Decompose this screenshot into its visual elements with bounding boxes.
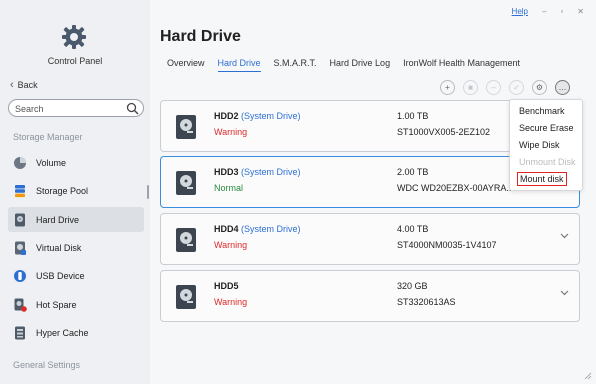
drive-id: HDD4 [214, 224, 239, 234]
maximize-button[interactable]: ▫ [560, 7, 563, 16]
section-storage-manager: Storage Manager [13, 132, 83, 142]
toolbar: + ■ – ✓ ⚙ … [440, 80, 570, 95]
sidebar-scrollbar[interactable] [147, 185, 149, 199]
drive-model: WDC WD20EZBX-00AYRA... [397, 183, 514, 193]
tab-hard-drive[interactable]: Hard Drive [217, 58, 261, 72]
menu-item-mount-disk[interactable]: Mount disk [517, 172, 567, 186]
remove-button[interactable]: – [486, 80, 501, 95]
drive-status: Warning [214, 240, 248, 250]
sidebar-item-usb-device[interactable]: USB Device [8, 263, 144, 288]
drive-status: Warning [214, 127, 248, 137]
stop-icon: ■ [468, 83, 473, 92]
tab-ironwolf-health[interactable]: IronWolf Health Management [403, 58, 520, 72]
usb-icon [14, 269, 26, 282]
plus-icon: + [445, 83, 450, 92]
actions-dropdown-menu: Benchmark Secure Erase Wipe Disk Unmount… [509, 99, 583, 191]
sidebar: Control Panel ‹Back Storage Manager Volu… [0, 0, 150, 384]
drive-capacity: 320 GB [397, 281, 428, 291]
drive-capacity: 2.00 TB [397, 167, 429, 177]
hard-drive-icon [15, 213, 25, 226]
hard-drive-icon [176, 171, 196, 195]
tab-hard-drive-log[interactable]: Hard Drive Log [330, 58, 391, 72]
drive-name: HDD5 [214, 281, 239, 291]
hard-drive-icon [176, 228, 196, 252]
main-panel: Help – ▫ ✕ Hard Drive Overview Hard Driv… [150, 0, 596, 384]
drive-status: Warning [214, 297, 248, 307]
drive-id: HDD5 [214, 281, 239, 291]
drive-model: ST1000VX005-2EZ102 [397, 127, 491, 137]
more-actions-button[interactable]: … [555, 80, 570, 95]
hyper-cache-icon [15, 326, 25, 339]
drive-name: HDD2 (System Drive) [214, 111, 301, 121]
settings-button[interactable]: ⚙ [532, 80, 547, 95]
hard-drive-icon [176, 115, 196, 139]
drive-id: HDD2 [214, 111, 239, 121]
sidebar-item-label: Hard Drive [36, 214, 80, 225]
chevron-down-icon[interactable] [559, 287, 570, 298]
storage-pool-icon [15, 184, 25, 197]
stop-button[interactable]: ■ [463, 80, 478, 95]
sidebar-item-virtual-disk[interactable]: Virtual Disk [8, 235, 144, 260]
search-icon[interactable] [126, 102, 139, 115]
window-controls: Help – ▫ ✕ [512, 7, 584, 16]
drive-card-hdd5[interactable]: HDD5 Warning 320 GB ST3320613AS [160, 270, 580, 322]
drive-tag: (System Drive) [241, 167, 301, 177]
drive-model: ST3320613AS [397, 297, 456, 307]
more-icon: … [558, 83, 567, 92]
menu-item-benchmark[interactable]: Benchmark [519, 106, 565, 116]
drive-name: HDD4 (System Drive) [214, 224, 301, 234]
resize-grip-icon[interactable] [584, 372, 592, 380]
control-panel-icon [62, 25, 86, 49]
drive-tag: (System Drive) [241, 111, 301, 121]
sidebar-item-hard-drive[interactable]: Hard Drive [8, 207, 144, 232]
menu-item-unmount-disk: Unmount Disk [519, 157, 576, 167]
menu-item-wipe-disk[interactable]: Wipe Disk [519, 140, 560, 150]
menu-item-secure-erase[interactable]: Secure Erase [519, 123, 574, 133]
chevron-left-icon: ‹ [10, 79, 14, 91]
minimize-button[interactable]: – [542, 7, 546, 16]
drive-card-hdd4[interactable]: HDD4 (System Drive) Warning 4.00 TB ST40… [160, 213, 580, 265]
sidebar-item-label: Volume [36, 157, 67, 168]
minus-icon: – [491, 83, 496, 92]
back-button[interactable]: ‹ Back [10, 79, 38, 91]
sidebar-item-label: USB Device [36, 270, 85, 281]
drive-tag: (System Drive) [241, 224, 301, 234]
add-button[interactable]: + [440, 80, 455, 95]
chevron-down-icon[interactable] [559, 230, 570, 241]
sidebar-item-hot-spare[interactable]: Hot Spare [8, 292, 144, 317]
sidebar-item-label: Hyper Cache [36, 327, 89, 338]
sidebar-item-hyper-cache[interactable]: Hyper Cache [8, 320, 144, 345]
search-box [8, 99, 144, 117]
tab-smart[interactable]: S.M.A.R.T. [274, 58, 317, 72]
control-panel-label: Control Panel [47, 56, 103, 66]
drive-model: ST4000NM0035-1V4107 [397, 240, 497, 250]
virtual-disk-icon [15, 241, 26, 255]
page-title: Hard Drive [160, 28, 241, 45]
tab-overview[interactable]: Overview [167, 58, 205, 72]
drive-capacity: 1.00 TB [397, 111, 429, 121]
sidebar-item-volume[interactable]: Volume [8, 150, 144, 175]
check-icon: ✓ [513, 83, 520, 92]
sidebar-item-storage-pool[interactable]: Storage Pool [8, 178, 144, 203]
sidebar-item-label: Hot Spare [36, 299, 77, 310]
section-general-settings: General Settings [13, 360, 81, 370]
drive-status: Normal [214, 183, 244, 193]
gear-icon: ⚙ [535, 83, 544, 92]
drive-id: HDD3 [214, 167, 239, 177]
check-button[interactable]: ✓ [509, 80, 524, 95]
search-input[interactable] [15, 102, 127, 115]
close-button[interactable]: ✕ [577, 7, 584, 16]
sidebar-item-label: Storage Pool [36, 185, 89, 196]
sidebar-item-label: Virtual Disk [36, 242, 82, 253]
tab-bar: Overview Hard Drive S.M.A.R.T. Hard Driv… [167, 58, 533, 72]
hard-drive-icon [176, 285, 196, 309]
hot-spare-icon [14, 298, 27, 312]
drive-capacity: 4.00 TB [397, 224, 429, 234]
volume-icon [14, 156, 26, 169]
help-link[interactable]: Help [512, 7, 528, 16]
back-label: Back [17, 80, 38, 90]
drive-name: HDD3 (System Drive) [214, 167, 301, 177]
